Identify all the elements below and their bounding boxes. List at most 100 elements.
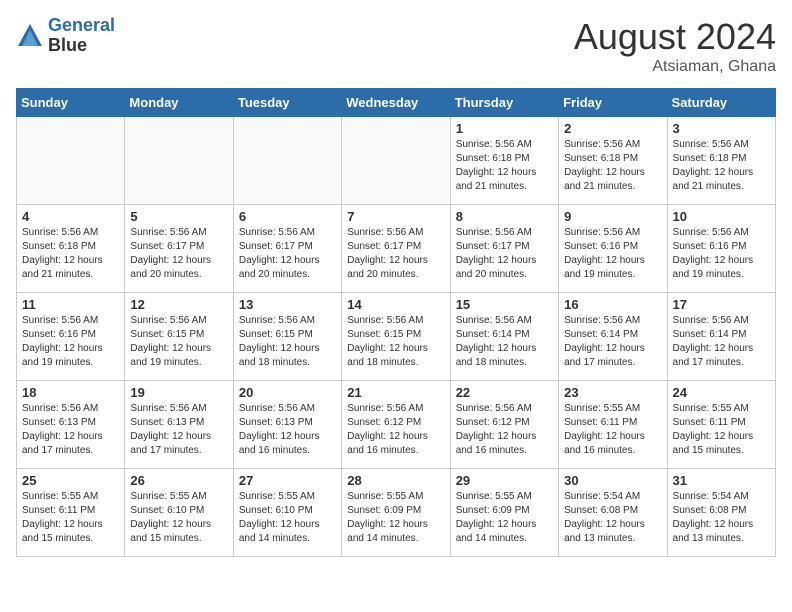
day-number: 16 [564, 297, 661, 312]
day-info: Sunrise: 5:54 AM Sunset: 6:08 PM Dayligh… [673, 490, 770, 546]
day-number: 20 [239, 385, 336, 400]
day-cell: 7 Sunrise: 5:56 AM Sunset: 6:17 PM Daylig… [342, 205, 450, 293]
day-info: Sunrise: 5:56 AM Sunset: 6:15 PM Dayligh… [239, 314, 336, 370]
month-year: August 2024 [574, 16, 776, 58]
day-number: 31 [673, 473, 770, 488]
day-cell: 28Sunrise: 5:55 AM Sunset: 6:09 PM Dayli… [342, 469, 450, 557]
day-info: Sunrise: 5:56 AM Sunset: 6:14 PM Dayligh… [673, 314, 770, 370]
day-number: 11 [22, 297, 119, 312]
day-cell: 15Sunrise: 5:56 AM Sunset: 6:14 PM Dayli… [450, 293, 558, 381]
day-cell: 2Sunrise: 5:56 AM Sunset: 6:18 PM Daylig… [559, 117, 667, 205]
day-cell: 27Sunrise: 5:55 AM Sunset: 6:10 PM Dayli… [233, 469, 341, 557]
col-header-thursday: Thursday [450, 89, 558, 117]
day-info: Sunrise: 5:56 AM Sunset: 6:18 PM Dayligh… [673, 138, 770, 194]
day-info: Sunrise: 5:56 AM Sunset: 6:13 PM Dayligh… [22, 402, 119, 458]
day-cell: 10Sunrise: 5:56 AM Sunset: 6:16 PM Dayli… [667, 205, 775, 293]
day-cell: 24 Sunrise: 5:55 AM Sunset: 6:11 PM Dayli… [667, 381, 775, 469]
day-cell: 16 Sunrise: 5:56 AM Sunset: 6:14 PM Dayli… [559, 293, 667, 381]
col-header-friday: Friday [559, 89, 667, 117]
day-cell: 19 Sunrise: 5:56 AM Sunset: 6:13 PM Dayli… [125, 381, 233, 469]
day-cell: 6 Sunrise: 5:56 AM Sunset: 6:17 PM Daylig… [233, 205, 341, 293]
day-info: Sunrise: 5:56 AM Sunset: 6:15 PM Dayligh… [347, 314, 444, 370]
week-row-5: 25Sunrise: 5:55 AM Sunset: 6:11 PM Dayli… [17, 469, 776, 557]
day-cell: 4Sunrise: 5:56 AM Sunset: 6:18 PM Daylig… [17, 205, 125, 293]
day-info: Sunrise: 5:55 AM Sunset: 6:10 PM Dayligh… [130, 490, 227, 546]
day-cell: 9 Sunrise: 5:56 AM Sunset: 6:16 PM Daylig… [559, 205, 667, 293]
day-info: Sunrise: 5:56 AM Sunset: 6:13 PM Dayligh… [239, 402, 336, 458]
day-number: 22 [456, 385, 553, 400]
day-number: 19 [130, 385, 227, 400]
location: Atsiaman, Ghana [574, 58, 776, 76]
day-info: Sunrise: 5:56 AM Sunset: 6:17 PM Dayligh… [347, 226, 444, 282]
day-number: 1 [456, 121, 553, 136]
day-number: 9 [564, 209, 661, 224]
day-number: 13 [239, 297, 336, 312]
day-cell: 31 Sunrise: 5:54 AM Sunset: 6:08 PM Dayli… [667, 469, 775, 557]
day-info: Sunrise: 5:55 AM Sunset: 6:11 PM Dayligh… [564, 402, 661, 458]
day-number: 27 [239, 473, 336, 488]
day-cell [17, 117, 125, 205]
day-number: 8 [456, 209, 553, 224]
logo-text: General Blue [48, 16, 115, 56]
day-cell: 8 Sunrise: 5:56 AM Sunset: 6:17 PM Daylig… [450, 205, 558, 293]
day-number: 12 [130, 297, 227, 312]
day-number: 4 [22, 209, 119, 224]
day-number: 26 [130, 473, 227, 488]
day-number: 18 [22, 385, 119, 400]
day-info: Sunrise: 5:56 AM Sunset: 6:16 PM Dayligh… [564, 226, 661, 282]
day-cell [125, 117, 233, 205]
page-header: General Blue August 2024 Atsiaman, Ghana [16, 16, 776, 76]
day-number: 3 [673, 121, 770, 136]
day-cell: 1 Sunrise: 5:56 AM Sunset: 6:18 PM Daylig… [450, 117, 558, 205]
day-cell: 14 Sunrise: 5:56 AM Sunset: 6:15 PM Dayli… [342, 293, 450, 381]
day-cell: 20 Sunrise: 5:56 AM Sunset: 6:13 PM Dayli… [233, 381, 341, 469]
day-cell: 18 Sunrise: 5:56 AM Sunset: 6:13 PM Dayli… [17, 381, 125, 469]
week-row-4: 18 Sunrise: 5:56 AM Sunset: 6:13 PM Dayli… [17, 381, 776, 469]
day-info: Sunrise: 5:54 AM Sunset: 6:08 PM Dayligh… [564, 490, 661, 546]
day-cell: 17 Sunrise: 5:56 AM Sunset: 6:14 PM Dayli… [667, 293, 775, 381]
day-number: 25 [22, 473, 119, 488]
day-info: Sunrise: 5:55 AM Sunset: 6:09 PM Dayligh… [456, 490, 553, 546]
day-cell: 11 Sunrise: 5:56 AM Sunset: 6:16 PM Dayli… [17, 293, 125, 381]
day-number: 5 [130, 209, 227, 224]
day-cell: 26 Sunrise: 5:55 AM Sunset: 6:10 PM Dayli… [125, 469, 233, 557]
day-number: 24 [673, 385, 770, 400]
day-info: Sunrise: 5:56 AM Sunset: 6:12 PM Dayligh… [347, 402, 444, 458]
day-number: 17 [673, 297, 770, 312]
day-info: Sunrise: 5:56 AM Sunset: 6:15 PM Dayligh… [130, 314, 227, 370]
week-row-1: 1 Sunrise: 5:56 AM Sunset: 6:18 PM Daylig… [17, 117, 776, 205]
day-number: 23 [564, 385, 661, 400]
day-info: Sunrise: 5:56 AM Sunset: 6:18 PM Dayligh… [456, 138, 553, 194]
day-info: Sunrise: 5:56 AM Sunset: 6:17 PM Dayligh… [456, 226, 553, 282]
day-info: Sunrise: 5:56 AM Sunset: 6:14 PM Dayligh… [564, 314, 661, 370]
day-cell: 29Sunrise: 5:55 AM Sunset: 6:09 PM Dayli… [450, 469, 558, 557]
day-info: Sunrise: 5:55 AM Sunset: 6:11 PM Dayligh… [673, 402, 770, 458]
day-info: Sunrise: 5:56 AM Sunset: 6:12 PM Dayligh… [456, 402, 553, 458]
col-header-tuesday: Tuesday [233, 89, 341, 117]
day-number: 14 [347, 297, 444, 312]
day-cell [233, 117, 341, 205]
logo: General Blue [16, 16, 115, 56]
col-header-sunday: Sunday [17, 89, 125, 117]
day-info: Sunrise: 5:56 AM Sunset: 6:18 PM Dayligh… [564, 138, 661, 194]
day-cell: 30Sunrise: 5:54 AM Sunset: 6:08 PM Dayli… [559, 469, 667, 557]
day-cell: 21Sunrise: 5:56 AM Sunset: 6:12 PM Dayli… [342, 381, 450, 469]
day-info: Sunrise: 5:56 AM Sunset: 6:17 PM Dayligh… [239, 226, 336, 282]
day-number: 10 [673, 209, 770, 224]
header-row: SundayMondayTuesdayWednesdayThursdayFrid… [17, 89, 776, 117]
day-number: 6 [239, 209, 336, 224]
day-cell: 13 Sunrise: 5:56 AM Sunset: 6:15 PM Dayli… [233, 293, 341, 381]
day-number: 28 [347, 473, 444, 488]
col-header-saturday: Saturday [667, 89, 775, 117]
day-number: 7 [347, 209, 444, 224]
day-cell: 23 Sunrise: 5:55 AM Sunset: 6:11 PM Dayli… [559, 381, 667, 469]
calendar-table: SundayMondayTuesdayWednesdayThursdayFrid… [16, 88, 776, 557]
title-block: August 2024 Atsiaman, Ghana [574, 16, 776, 76]
day-info: Sunrise: 5:56 AM Sunset: 6:17 PM Dayligh… [130, 226, 227, 282]
week-row-3: 11 Sunrise: 5:56 AM Sunset: 6:16 PM Dayli… [17, 293, 776, 381]
col-header-wednesday: Wednesday [342, 89, 450, 117]
day-info: Sunrise: 5:56 AM Sunset: 6:13 PM Dayligh… [130, 402, 227, 458]
day-cell: 5 Sunrise: 5:56 AM Sunset: 6:17 PM Daylig… [125, 205, 233, 293]
day-info: Sunrise: 5:56 AM Sunset: 6:14 PM Dayligh… [456, 314, 553, 370]
day-info: Sunrise: 5:56 AM Sunset: 6:16 PM Dayligh… [22, 314, 119, 370]
